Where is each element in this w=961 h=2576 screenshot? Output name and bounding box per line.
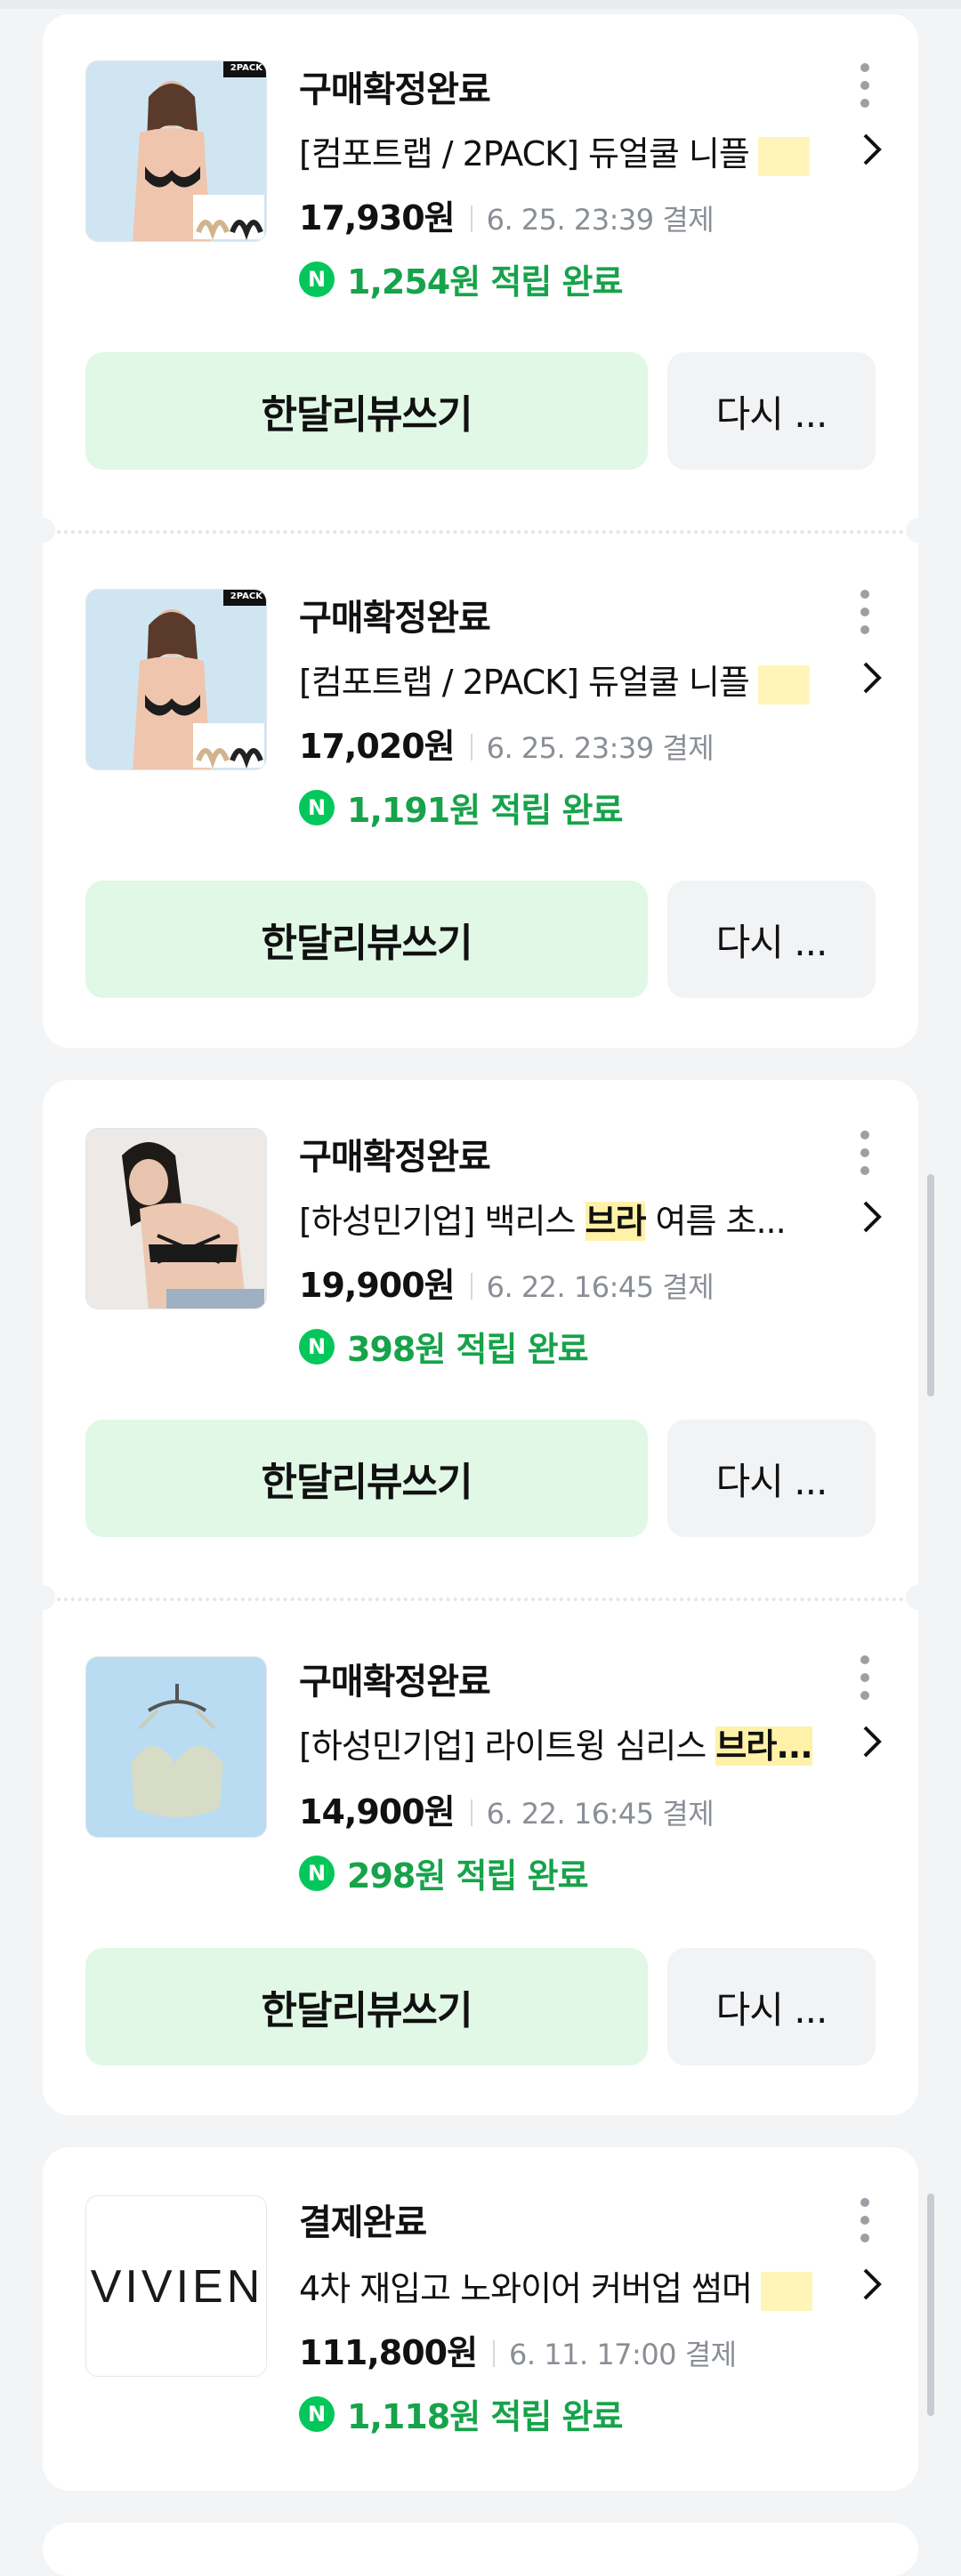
- order-status: 구매확정완료: [299, 598, 491, 639]
- thumbnail-badge: 2PACK: [230, 592, 262, 601]
- payment-date: 6. 22. 16:45 결제: [486, 1797, 715, 1831]
- buy-again-button[interactable]: 다시 ...: [667, 1948, 876, 2065]
- order-price: 14,900원: [299, 1792, 456, 1831]
- naver-pay-icon: N: [299, 2395, 335, 2432]
- order-group-card-partial: [43, 2523, 918, 2576]
- order-status: 구매확정완료: [299, 1137, 491, 1178]
- write-review-button[interactable]: 한달리뷰쓰기: [85, 881, 648, 998]
- price-line: 17,020원 6. 25. 23:39 결제: [299, 719, 715, 768]
- chevron-right-icon[interactable]: [854, 1197, 890, 1236]
- product-title[interactable]: [하성민기업] 백리스 브라 여름 초...: [299, 1194, 815, 1243]
- order-price: 19,900원: [299, 1266, 456, 1305]
- product-title-text: [하성민기업] 라이트윙 심리스: [299, 1727, 716, 1766]
- title-highlight-box: [757, 664, 810, 704]
- reward-text: 1,118원 적립 완료: [347, 2397, 623, 2436]
- more-vertical-icon[interactable]: [847, 1126, 883, 1179]
- order-status: 구매확정완료: [299, 69, 491, 110]
- reward-line: N 298원 적립 완료: [299, 1848, 589, 1897]
- price-line: 19,900원 6. 22. 16:45 결제: [299, 1258, 715, 1307]
- order-group-card: VIVIEN 결제완료 4차 재입고 노와이어 커버업 썸머 111,800원 6…: [43, 2147, 918, 2491]
- separator: [470, 734, 472, 761]
- product-title-text: [하성민기업] 백리스: [299, 1202, 585, 1241]
- product-thumbnail[interactable]: 2PACK: [85, 589, 267, 770]
- reward-line: N 1,254원 적립 완료: [299, 254, 623, 303]
- more-vertical-icon[interactable]: [847, 2194, 883, 2247]
- reward-line: N 1,191원 적립 완료: [299, 783, 623, 832]
- separator: [470, 205, 472, 232]
- order-group-card: 구매확정완료 [하성민기업] 백리스 브라 여름 초... 19,900원 6. …: [43, 1080, 918, 2115]
- product-thumbnail[interactable]: [85, 1128, 267, 1309]
- more-vertical-icon[interactable]: [847, 585, 883, 639]
- brand-logo: VIVIEN: [90, 2261, 264, 2313]
- buy-again-button[interactable]: 다시 ...: [667, 881, 876, 998]
- product-title[interactable]: [하성민기업] 라이트윙 심리스 브라...: [299, 1719, 815, 1767]
- search-keyword-highlight: 브라: [585, 1202, 646, 1241]
- product-title[interactable]: [컴포트랩 / 2PACK] 듀얼쿨 니플: [299, 655, 815, 704]
- reward-line: N 398원 적립 완료: [299, 1322, 589, 1371]
- reward-text: 298원 적립 완료: [347, 1856, 589, 1896]
- order-status: 구매확정완료: [299, 1662, 491, 1703]
- separator: [493, 2340, 496, 2367]
- order-item[interactable]: 구매확정완료 [하성민기업] 백리스 브라 여름 초... 19,900원 6. …: [43, 1080, 918, 1598]
- reward-text: 1,191원 적립 완료: [347, 791, 623, 830]
- product-title-text: 4차 재입고 노와이어 커버업 썸머: [299, 2269, 753, 2308]
- more-vertical-icon[interactable]: [847, 1651, 883, 1704]
- write-review-button[interactable]: 한달리뷰쓰기: [85, 1948, 648, 2065]
- write-review-button[interactable]: 한달리뷰쓰기: [85, 352, 648, 470]
- title-highlight-box: [757, 136, 810, 176]
- order-group-card: 2PACK 구매확정완료 [컴포트랩 / 2PACK] 듀얼쿨 니플 17,93…: [43, 14, 918, 1048]
- search-keyword-highlight: 브라...: [715, 1727, 813, 1766]
- product-title[interactable]: [컴포트랩 / 2PACK] 듀얼쿨 니플: [299, 126, 815, 176]
- naver-pay-icon: N: [299, 789, 335, 825]
- scrollbar-thumb[interactable]: [927, 1174, 934, 1397]
- order-item[interactable]: 구매확정완료 [하성민기업] 라이트윙 심리스 브라... 14,900원 6. …: [43, 1598, 918, 2115]
- chevron-right-icon[interactable]: [854, 1722, 890, 1761]
- product-title-text: [컴포트랩 / 2PACK] 듀얼쿨 니플: [299, 134, 750, 173]
- thumbnail-badge: 2PACK: [230, 63, 262, 73]
- product-thumbnail[interactable]: [85, 1656, 267, 1838]
- reward-text: 398원 적립 완료: [347, 1330, 589, 1369]
- product-title[interactable]: 4차 재입고 노와이어 커버업 썸머: [299, 2261, 815, 2311]
- order-item[interactable]: VIVIEN 결제완료 4차 재입고 노와이어 커버업 썸머 111,800원 6…: [43, 2147, 918, 2491]
- product-thumbnail[interactable]: 2PACK: [85, 60, 267, 242]
- reward-text: 1,254원 적립 완료: [347, 262, 623, 302]
- product-title-text: 여름 초...: [645, 1202, 787, 1241]
- top-strip: [0, 0, 961, 9]
- reward-line: N 1,118원 적립 완료: [299, 2389, 623, 2438]
- payment-date: 6. 25. 23:39 결제: [486, 731, 715, 765]
- naver-pay-icon: N: [299, 1328, 335, 1364]
- order-price: 17,020원: [299, 727, 456, 766]
- price-line: 17,930원 6. 25. 23:39 결제: [299, 190, 715, 239]
- chevron-right-icon[interactable]: [854, 658, 890, 697]
- payment-date: 6. 11. 17:00 결제: [509, 2338, 737, 2371]
- buy-again-button[interactable]: 다시 ...: [667, 1420, 876, 1537]
- title-highlight-box: [760, 2271, 812, 2311]
- order-status: 결제완료: [299, 2202, 427, 2243]
- naver-pay-icon: N: [299, 1855, 335, 1891]
- product-title-text: [컴포트랩 / 2PACK] 듀얼쿨 니플: [299, 663, 750, 702]
- separator: [470, 1273, 472, 1300]
- price-line: 111,800원 6. 11. 17:00 결제: [299, 2325, 737, 2374]
- order-price: 17,930원: [299, 198, 456, 237]
- order-price: 111,800원: [299, 2333, 478, 2372]
- chevron-right-icon[interactable]: [854, 2265, 890, 2304]
- buy-again-button[interactable]: 다시 ...: [667, 352, 876, 470]
- payment-date: 6. 22. 16:45 결제: [486, 1270, 715, 1304]
- price-line: 14,900원 6. 22. 16:45 결제: [299, 1784, 715, 1833]
- more-vertical-icon[interactable]: [847, 59, 883, 112]
- separator: [470, 1799, 472, 1826]
- chevron-right-icon[interactable]: [854, 130, 890, 169]
- brand-thumbnail[interactable]: VIVIEN: [85, 2195, 267, 2377]
- naver-pay-icon: N: [299, 261, 335, 297]
- payment-date: 6. 25. 23:39 결제: [486, 203, 715, 237]
- scrollbar-thumb[interactable]: [927, 2194, 934, 2416]
- order-item[interactable]: 2PACK 구매확정완료 [컴포트랩 / 2PACK] 듀얼쿨 니플 17,93…: [43, 14, 918, 530]
- write-review-button[interactable]: 한달리뷰쓰기: [85, 1420, 648, 1537]
- order-item[interactable]: 2PACK 구매확정완료 [컴포트랩 / 2PACK] 듀얼쿨 니플 17,02…: [43, 530, 918, 1048]
